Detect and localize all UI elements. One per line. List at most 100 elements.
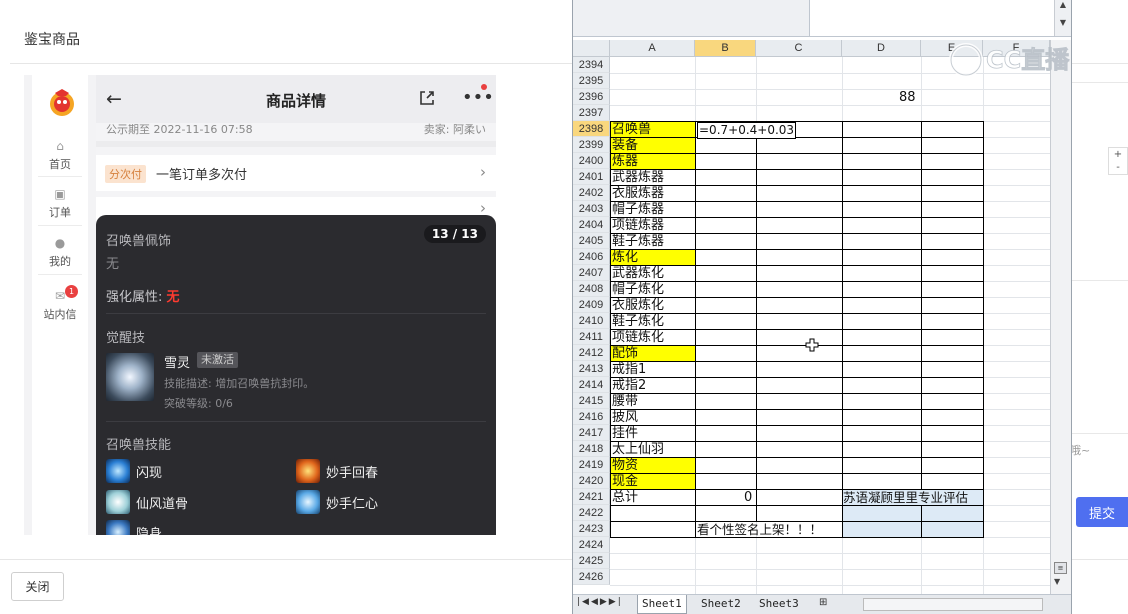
cell-a[interactable]: 太上仙羽 bbox=[612, 442, 664, 457]
row-header[interactable]: 2394 bbox=[573, 57, 610, 73]
row-header[interactable]: 2396 bbox=[573, 89, 610, 105]
submit-button[interactable]: 提交 bbox=[1076, 497, 1128, 527]
sheet-tab-2[interactable]: Sheet2 bbox=[697, 595, 745, 613]
share-icon[interactable] bbox=[418, 89, 436, 107]
cell-a[interactable]: 现金 bbox=[612, 474, 638, 489]
horizontal-scrollbar[interactable] bbox=[863, 598, 1043, 611]
new-sheet-icon[interactable]: ⊞ bbox=[819, 597, 827, 608]
row-header[interactable]: 2426 bbox=[573, 569, 610, 585]
sheet-tab-1[interactable]: Sheet1 bbox=[637, 595, 687, 614]
row-header[interactable]: 2398 bbox=[573, 121, 610, 137]
number-stepper[interactable]: + - bbox=[1108, 147, 1128, 175]
row-header[interactable]: 2407 bbox=[573, 265, 610, 281]
cell-a[interactable]: 衣服炼化 bbox=[612, 298, 664, 313]
column-header-a[interactable]: A bbox=[610, 40, 695, 57]
row-header[interactable]: 2417 bbox=[573, 425, 610, 441]
cell-a[interactable]: 披风 bbox=[612, 410, 638, 425]
cell-d2396[interactable]: 88 bbox=[899, 90, 916, 105]
cell-a[interactable]: 召唤兽 bbox=[612, 122, 651, 137]
row-header[interactable]: 2413 bbox=[573, 361, 610, 377]
cell-a[interactable]: 炼化 bbox=[612, 250, 638, 265]
row-header[interactable]: 2419 bbox=[573, 457, 610, 473]
row-header[interactable]: 2401 bbox=[573, 169, 610, 185]
cell bbox=[842, 441, 922, 458]
row-header[interactable]: 2411 bbox=[573, 329, 610, 345]
row-header[interactable]: 2405 bbox=[573, 233, 610, 249]
row-header[interactable]: 2425 bbox=[573, 553, 610, 569]
cell-a[interactable]: 总计 bbox=[612, 490, 638, 505]
row-header[interactable]: 2414 bbox=[573, 377, 610, 393]
row-header[interactable]: 2397 bbox=[573, 105, 610, 121]
installment-row[interactable]: 分次付 一笔订单多次付 › bbox=[96, 155, 496, 191]
row-header[interactable]: 2406 bbox=[573, 249, 610, 265]
row-header[interactable]: 2424 bbox=[573, 537, 610, 553]
cell-a[interactable]: 项链炼化 bbox=[612, 330, 664, 345]
scroll-thumb[interactable]: ≡ bbox=[1054, 562, 1067, 574]
sheet-nav-arrows-icon[interactable]: |◀◀▶▶| bbox=[577, 597, 623, 607]
close-button[interactable]: 关闭 bbox=[11, 572, 64, 601]
row-header[interactable]: 2420 bbox=[573, 473, 610, 489]
toolbar-scrollbar[interactable]: ▲ ▼ bbox=[1054, 0, 1071, 36]
row-header[interactable]: 2423 bbox=[573, 521, 610, 537]
cell bbox=[921, 297, 984, 314]
row-header[interactable]: 2409 bbox=[573, 297, 610, 313]
nav-item-orders[interactable]: ▣ 订单 bbox=[32, 187, 88, 220]
cell bbox=[695, 473, 757, 490]
cell-a[interactable]: 挂件 bbox=[612, 426, 638, 441]
cell bbox=[842, 137, 922, 154]
cell-b2421[interactable]: 0 bbox=[744, 490, 752, 505]
row-header[interactable]: 2408 bbox=[573, 281, 610, 297]
row-header[interactable]: 2400 bbox=[573, 153, 610, 169]
scroll-down-arrow-icon[interactable]: ▼ bbox=[1054, 577, 1060, 586]
cell-a[interactable]: 炼器 bbox=[612, 154, 638, 169]
row-header[interactable]: 2421 bbox=[573, 489, 610, 505]
nav-item-mine[interactable]: ● 我的 bbox=[32, 236, 88, 269]
sheet-tab-3[interactable]: Sheet3 bbox=[755, 595, 803, 613]
row-header[interactable]: 2403 bbox=[573, 201, 610, 217]
cell-a[interactable]: 腰带 bbox=[612, 394, 638, 409]
cell-a[interactable]: 物资 bbox=[612, 458, 638, 473]
name-box-area[interactable] bbox=[573, 0, 810, 36]
nav-item-home[interactable]: ⌂ 首页 bbox=[32, 139, 88, 172]
row-header[interactable]: 2422 bbox=[573, 505, 610, 521]
nav-label: 我的 bbox=[49, 255, 71, 268]
row-header[interactable]: 2416 bbox=[573, 409, 610, 425]
cell-a[interactable]: 帽子炼器 bbox=[612, 202, 664, 217]
cell-a[interactable]: 鞋子炼器 bbox=[612, 234, 664, 249]
row-header[interactable]: 2402 bbox=[573, 185, 610, 201]
select-all-corner[interactable] bbox=[573, 40, 610, 57]
cell-a[interactable]: 戒指2 bbox=[612, 378, 646, 393]
cell-a[interactable]: 武器炼器 bbox=[612, 170, 664, 185]
cell-a[interactable]: 戒指1 bbox=[612, 362, 646, 377]
divider bbox=[1070, 82, 1128, 83]
cell-a[interactable]: 衣服炼器 bbox=[612, 186, 664, 201]
cell-d2421[interactable]: 苏语凝顾里里专业评估 bbox=[843, 490, 968, 505]
cell-a[interactable]: 鞋子炼化 bbox=[612, 314, 664, 329]
more-icon[interactable]: ••• bbox=[462, 87, 494, 108]
cell-a[interactable]: 装备 bbox=[612, 138, 638, 153]
cell bbox=[695, 425, 757, 442]
cell bbox=[695, 361, 757, 378]
vertical-scrollbar[interactable]: ≡ ▼ bbox=[1050, 40, 1071, 594]
skill-description: 技能描述: 增加召唤兽抗封印。 bbox=[164, 377, 315, 390]
cell-b2423[interactable]: 看个性签名上架！！！ bbox=[697, 522, 822, 537]
column-header-b[interactable]: B bbox=[695, 40, 756, 57]
cell-a[interactable]: 帽子炼化 bbox=[612, 282, 664, 297]
column-header-d[interactable]: D bbox=[842, 40, 921, 57]
row-header[interactable]: 2395 bbox=[573, 73, 610, 89]
nav-item-inbox[interactable]: ✉ 1 站内信 bbox=[32, 285, 88, 322]
cell bbox=[756, 409, 843, 426]
row-header[interactable]: 2410 bbox=[573, 313, 610, 329]
cell bbox=[756, 201, 843, 218]
row-header[interactable]: 2399 bbox=[573, 137, 610, 153]
cell-a[interactable]: 武器炼化 bbox=[612, 266, 664, 281]
cell-a[interactable]: 配饰 bbox=[612, 346, 638, 361]
row-header[interactable]: 2415 bbox=[573, 393, 610, 409]
cell bbox=[842, 297, 922, 314]
formula-input-cell[interactable]: =0.7+0.4+0.03 bbox=[697, 122, 797, 139]
row-header[interactable]: 2418 bbox=[573, 441, 610, 457]
cell-a[interactable]: 项链炼器 bbox=[612, 218, 664, 233]
row-header[interactable]: 2404 bbox=[573, 217, 610, 233]
row-header[interactable]: 2412 bbox=[573, 345, 610, 361]
column-header-c[interactable]: C bbox=[756, 40, 842, 57]
